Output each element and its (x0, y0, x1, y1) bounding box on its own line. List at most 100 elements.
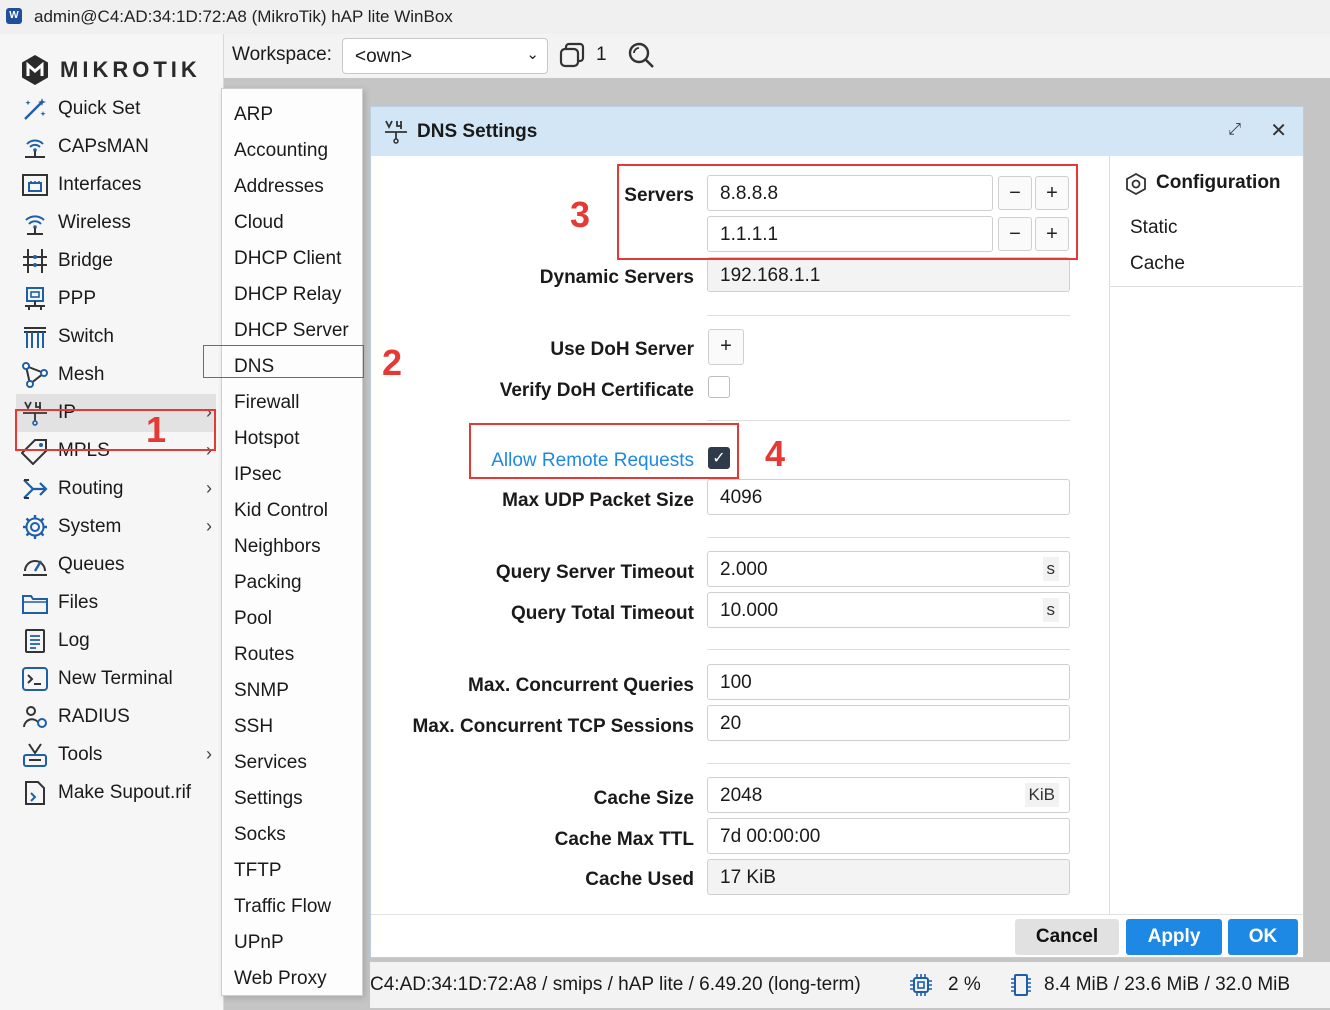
sidebar-item-radius[interactable]: RADIUS (16, 698, 216, 736)
sidebar-item-capsman[interactable]: CAPsMAN (16, 128, 216, 166)
window-title: admin@C4:AD:34:1D:72:A8 (MikroTik) hAP l… (34, 7, 453, 26)
submenu-item-pool[interactable]: Pool (222, 599, 362, 635)
sidebar-item-bridge[interactable]: Bridge (16, 242, 216, 280)
cache-size-input[interactable]: 2048 KiB (707, 777, 1070, 813)
sidebar-item-new-terminal[interactable]: New Terminal (16, 660, 216, 698)
submenu-item-arp[interactable]: ARP (222, 95, 362, 131)
submenu-item-label: Addresses (234, 176, 324, 197)
submenu-item-label: UPnP (234, 932, 284, 953)
annotation-number-1: 1 (146, 409, 167, 450)
workspace-select[interactable]: <own> ⌄ (342, 38, 548, 74)
sidebar-item-label: RADIUS (58, 706, 130, 727)
submenu-item-tftp[interactable]: TFTP (222, 851, 362, 887)
configuration-header[interactable]: Configuration (1156, 172, 1281, 194)
submenu-item-ipsec[interactable]: IPsec (222, 455, 362, 491)
close-icon[interactable]: ✕ (1270, 118, 1287, 143)
submenu-item-label: Firewall (234, 392, 300, 413)
submenu-item-label: Pool (234, 608, 273, 629)
submenu-item-addresses[interactable]: Addresses (222, 167, 362, 203)
submenu-item-label: Web Proxy (234, 968, 327, 989)
submenu-item-hotspot[interactable]: Hotspot (222, 419, 362, 455)
capsman-icon (25, 139, 45, 158)
submenu-item-neighbors[interactable]: Neighbors (222, 527, 362, 563)
tab-static[interactable]: Static (1130, 217, 1178, 239)
sidebar-item-system[interactable]: System › (16, 508, 216, 546)
submenu-item-packing[interactable]: Packing (222, 563, 362, 599)
sidebar-item-files[interactable]: Files (16, 584, 216, 622)
sidebar-item-label: PPP (58, 288, 97, 309)
bridge-icon (23, 249, 47, 273)
max-concurrent-queries-input[interactable]: 100 (707, 664, 1070, 700)
sidebar-item-interfaces[interactable]: Interfaces (16, 166, 216, 204)
quick-set-icon (24, 98, 46, 120)
submenu-item-accounting[interactable]: Accounting (222, 131, 362, 167)
submenu-item-socks[interactable]: Socks (222, 815, 362, 851)
sidebar-item-tools[interactable]: Tools › (16, 736, 216, 774)
sidebar-item-mesh[interactable]: Mesh (16, 356, 216, 394)
submenu-item-label: ARP (234, 104, 274, 125)
sidebar-item-label: CAPsMAN (58, 136, 149, 157)
submenu-item-dhcp-client[interactable]: DHCP Client (222, 239, 362, 275)
submenu-item-traffic-flow[interactable]: Traffic Flow (222, 887, 362, 923)
submenu-item-firewall[interactable]: Firewall (222, 383, 362, 419)
dynamic-servers-label: Dynamic Servers (539, 267, 694, 288)
max-concurrent-tcp-label: Max. Concurrent TCP Sessions (412, 716, 694, 737)
apply-button[interactable]: Apply (1126, 919, 1222, 955)
submenu-item-dhcp-relay[interactable]: DHCP Relay (222, 275, 362, 311)
max-concurrent-queries-label: Max. Concurrent Queries (468, 675, 694, 696)
sidebar-item-log[interactable]: Log (16, 622, 216, 660)
sidebar-item-label: Interfaces (58, 174, 142, 195)
cancel-button[interactable]: Cancel (1015, 919, 1119, 955)
cache-size-label: Cache Size (593, 788, 694, 809)
tab-cache[interactable]: Cache (1130, 253, 1185, 275)
submenu-item-label: Settings (234, 788, 303, 809)
search-icon[interactable] (626, 40, 656, 70)
submenu-item-dhcp-server[interactable]: DHCP Server (222, 311, 362, 347)
sidebar-item-label: Wireless (58, 212, 131, 233)
submenu-item-label: IPsec (234, 464, 282, 485)
dialog-title-bar[interactable]: DNS Settings ⤢ ✕ (371, 107, 1303, 156)
winbox-app-icon: W (6, 8, 22, 24)
sidebar-item-queues[interactable]: Queues (16, 546, 216, 584)
cache-used-label: Cache Used (585, 869, 694, 890)
cache-max-ttl-input[interactable]: 7d 00:00:00 (707, 818, 1070, 854)
sidebar-item-routing[interactable]: Routing › (16, 470, 216, 508)
submenu-item-upnp[interactable]: UPnP (222, 923, 362, 959)
sidebar-item-switch[interactable]: Switch (16, 318, 216, 356)
sidebar-item-label: Bridge (58, 250, 113, 271)
sidebar-item-quick-set[interactable]: Quick Set (16, 90, 216, 128)
radius-icon (23, 706, 47, 728)
max-concurrent-tcp-input[interactable]: 20 (707, 705, 1070, 741)
submenu-item-settings[interactable]: Settings (222, 779, 362, 815)
verify-doh-checkbox[interactable] (708, 376, 730, 398)
submenu-item-ssh[interactable]: SSH (222, 707, 362, 743)
query-server-timeout-input[interactable]: 2.000 s (707, 551, 1070, 587)
max-udp-input[interactable]: 4096 (707, 479, 1070, 515)
ok-button[interactable]: OK (1228, 919, 1298, 955)
sidebar-item-make-supout-rif[interactable]: Make Supout.rif (16, 774, 216, 812)
submenu-item-kid-control[interactable]: Kid Control (222, 491, 362, 527)
chevron-right-icon: › (206, 516, 212, 536)
sidebar-item-label: Tools (58, 744, 103, 765)
submenu-item-web-proxy[interactable]: Web Proxy (222, 959, 362, 995)
annotation-number-3: 3 (570, 194, 591, 235)
divider (707, 763, 1070, 764)
sidebar-item-ppp[interactable]: PPP (16, 280, 216, 318)
annotation-number-2: 2 (382, 342, 403, 383)
use-doh-add-button[interactable]: + (708, 329, 744, 365)
annotation-box-servers (617, 164, 1078, 260)
device-info: C4:AD:34:1D:72:A8 / smips / hAP lite / 6… (370, 974, 861, 995)
main-sidebar: MIKROTIK Quick Set CAPsMAN Interfaces Wirel… (0, 34, 224, 1010)
submenu-item-snmp[interactable]: SNMP (222, 671, 362, 707)
maximize-icon[interactable]: ⤢ (1228, 121, 1241, 139)
windows-icon[interactable] (558, 40, 588, 70)
submenu-item-services[interactable]: Services (222, 743, 362, 779)
submenu-item-routes[interactable]: Routes (222, 635, 362, 671)
sidebar-item-wireless[interactable]: Wireless (16, 204, 216, 242)
dialog-title: DNS Settings (417, 121, 538, 142)
query-server-timeout-label: Query Server Timeout (495, 562, 694, 583)
dynamic-servers-field: 192.168.1.1 (707, 257, 1070, 292)
query-total-timeout-input[interactable]: 10.000 s (707, 592, 1070, 628)
submenu-item-cloud[interactable]: Cloud (222, 203, 362, 239)
submenu-item-label: Cloud (234, 212, 284, 233)
